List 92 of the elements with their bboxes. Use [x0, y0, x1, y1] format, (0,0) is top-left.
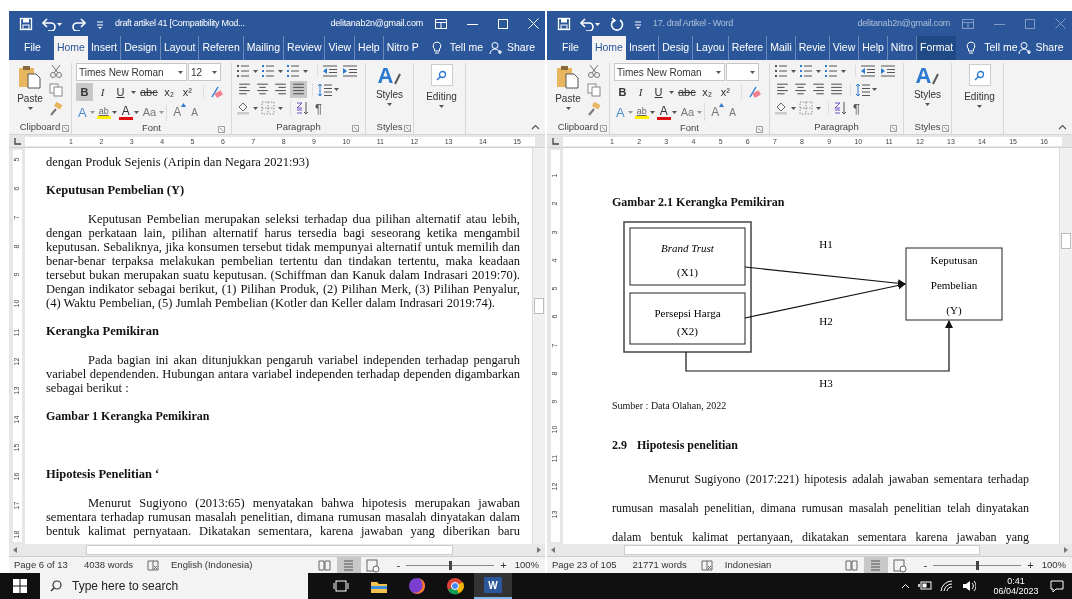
ribbon-tab[interactable]: Format	[916, 36, 957, 60]
section-heading: Hipotesis Penelitian ‘	[46, 467, 161, 481]
figure-source: Sumber : Data Olahan, 2022	[612, 400, 728, 412]
account-email: delitanab2n@gmail.com	[329, 16, 423, 30]
zoom-out-button[interactable]: -	[923, 556, 928, 574]
paste-button[interactable]: Paste	[15, 63, 45, 120]
bold-button[interactable]: B	[76, 83, 93, 101]
zoom-in-button[interactable]: +	[500, 556, 507, 574]
section-heading: Hipotesis penelitian	[637, 438, 738, 452]
font-color-button[interactable]: A	[656, 104, 671, 120]
super-button[interactable]: x²	[716, 83, 734, 101]
font-name-field[interactable]: Times New Roman	[614, 63, 725, 81]
page-count[interactable]: Page 23 of 105	[552, 557, 617, 573]
zoom-out-button[interactable]: -	[396, 556, 401, 574]
zoom-level[interactable]: 100%	[1041, 557, 1066, 573]
window-title: 17. draf Artikel - Word	[653, 16, 733, 30]
paste-button[interactable]: Paste	[553, 63, 583, 120]
ribbon-tab[interactable]: Insert	[625, 36, 659, 60]
editing-button[interactable]: Editing	[418, 63, 465, 109]
share-button[interactable]: Share	[506, 40, 535, 56]
search-field[interactable]: Type here to search	[72, 573, 308, 599]
font-color-button[interactable]: A	[118, 104, 133, 120]
ribbon-tab[interactable]: Home	[591, 36, 626, 60]
highlight-button[interactable]: ab	[634, 105, 649, 119]
body-paragraph: dengan Produk Sejenis (Aripin dan Negara 2021:93)	[46, 155, 311, 169]
variable-box: Brand Trust (X1)	[629, 227, 746, 286]
sub-button[interactable]: x₂	[698, 83, 716, 101]
grow-font-button[interactable]: A	[166, 103, 189, 121]
ribbon-tab[interactable]: Insert	[87, 36, 121, 60]
sub-button[interactable]: x₂	[160, 83, 178, 101]
clock-date[interactable]: 06/04/2023	[993, 586, 1039, 596]
body-paragraph: Menurut Sugiyono (2017:221) hipotesis adalah jawaban sementara terhadap rumusan masalah penelitian, dimana rumusan masalah penelitian telah dinyatakan dalam bentuk kalimat pertanyaan, dikatakan sementara karena jawaban yang	[612, 471, 1029, 544]
zoom-level[interactable]: 100%	[514, 557, 539, 573]
figure-caption: Gambar 2.1 Kerangka Pemikiran	[612, 195, 786, 209]
group-label: Styles	[914, 119, 941, 134]
ribbon-tab[interactable]: File	[549, 36, 592, 60]
word-count[interactable]: 4038 words	[83, 557, 133, 573]
hypothesis-label: H2	[819, 315, 833, 327]
group-label: Styles	[376, 119, 403, 134]
zoom-in-button[interactable]: +	[1027, 556, 1034, 574]
section-heading: Kerangka Pemikiran	[46, 324, 160, 338]
hypothesis-label: H3	[819, 377, 833, 389]
section-heading: Keputusan Pembelian (Y)	[46, 183, 186, 197]
styles-button[interactable]: A Styles	[904, 63, 951, 120]
heading-number: 2.9	[612, 438, 628, 452]
group-label: Paragraph	[814, 119, 859, 134]
group-label: Clipboard	[19, 119, 61, 134]
styles-button[interactable]: A Styles	[366, 63, 413, 120]
language-label[interactable]: Indonesian	[724, 557, 772, 573]
underline-button[interactable]: U	[112, 83, 129, 101]
window-title: draft artikel 41 [Compatibility Mod...	[115, 16, 245, 30]
strike-button[interactable]: abc	[138, 83, 160, 101]
body-paragraph: Pada bagian ini akan ditunjukkan pengaruh variabel independen terhadap pengaruh variabel dependenden. Hubungan antara variabel independen terhadap dependen digambarkan sebagai berikut :	[46, 353, 520, 395]
group-label: Font	[142, 120, 161, 135]
underline-button[interactable]: U	[650, 83, 667, 101]
body-paragraph: Keputusan Pembelian merupakan seleksi terhadap dua pilihan alternatif atau lebih, dengan perkataan lain, pilihan alternatif harus tersedia bagi seseorang ketika mengambil keputusan. Sebaliknya, jika konsumen tersebut tidak mempunyai alternatif untuk memilih dan benar-benar terpaksa melakukan pembelian tertentu dan tindakan tertentu, maka keadaan tersebut bukan merupakan suatu keputusan. (Schiffman dan Kanuk dalam Indrasari 2019:70). Dengan indikator sebagai berikut, (1) Pilihan Produk, (2) Pilihan Merk, (3) Pilihan Penyalur, (4) Waktu Pembelian, (5) Jumlah Pembelian (Kotler dan Keller dalam Indrasari 2019:74).	[46, 212, 520, 310]
group-label: Clipboard	[557, 119, 599, 134]
variable-box: Persepsi Harga (X2)	[629, 292, 746, 345]
target-box: Keputusan Pembelian (Y)	[905, 247, 1003, 321]
tell-me-button[interactable]: Tell me	[984, 40, 1018, 56]
share-button[interactable]: Share	[1035, 40, 1064, 56]
show-formatting-button[interactable]: ¶	[853, 101, 860, 115]
shrink-font-button[interactable]: A	[189, 104, 200, 120]
account-email: delitanab2n@gmail.com	[856, 16, 950, 30]
editing-button[interactable]: Editing	[956, 63, 1003, 109]
body-paragraph: Menurut Sugiyono (2013:65) menyatakan bahwa hipotesis merupakan jawaban sementara terhadap rumusan masalah penelitian, dimana rumusan masalah dinyatakan dalam bentuk kalimat pernyataan. Dikatakan sementara, karena jawaban yang diberikan baru	[46, 496, 520, 538]
shrink-font-button[interactable]: A	[727, 104, 738, 120]
ribbon-tab[interactable]: File	[11, 36, 54, 60]
font-size-field[interactable]: 12	[188, 63, 221, 81]
language-label[interactable]: English (Indonesia)	[171, 557, 253, 573]
italic-button[interactable]: I	[632, 83, 649, 101]
group-label: Paragraph	[276, 119, 321, 134]
italic-button[interactable]: I	[94, 83, 111, 101]
font-name-field[interactable]: Times New Roman	[76, 63, 187, 81]
super-button[interactable]: x²	[178, 83, 196, 101]
clock[interactable]: 0:41 06/04/2023	[990, 576, 1042, 596]
show-formatting-button[interactable]: ¶	[315, 101, 322, 115]
change-case-button[interactable]: Aa	[140, 103, 159, 121]
page-count[interactable]: Page 6 of 13	[14, 557, 68, 573]
change-case-button[interactable]: Aa	[678, 103, 697, 121]
clock-time[interactable]: 0:41	[1007, 576, 1025, 586]
grow-font-button[interactable]: A	[704, 103, 727, 121]
word-app-icon[interactable]: W	[484, 577, 502, 593]
ribbon-tab[interactable]: Home	[53, 36, 88, 60]
highlight-button[interactable]: ab	[96, 105, 111, 119]
bold-button[interactable]: B	[614, 83, 631, 101]
hypothesis-label: H1	[819, 238, 833, 250]
strike-button[interactable]: abc	[676, 83, 698, 101]
group-label: Font	[680, 120, 699, 135]
figure-caption: Gambar 1 Kerangka Pemikiran	[46, 409, 211, 423]
word-count[interactable]: 21771 words	[632, 557, 687, 573]
tell-me-button[interactable]: Tell me	[449, 40, 484, 56]
